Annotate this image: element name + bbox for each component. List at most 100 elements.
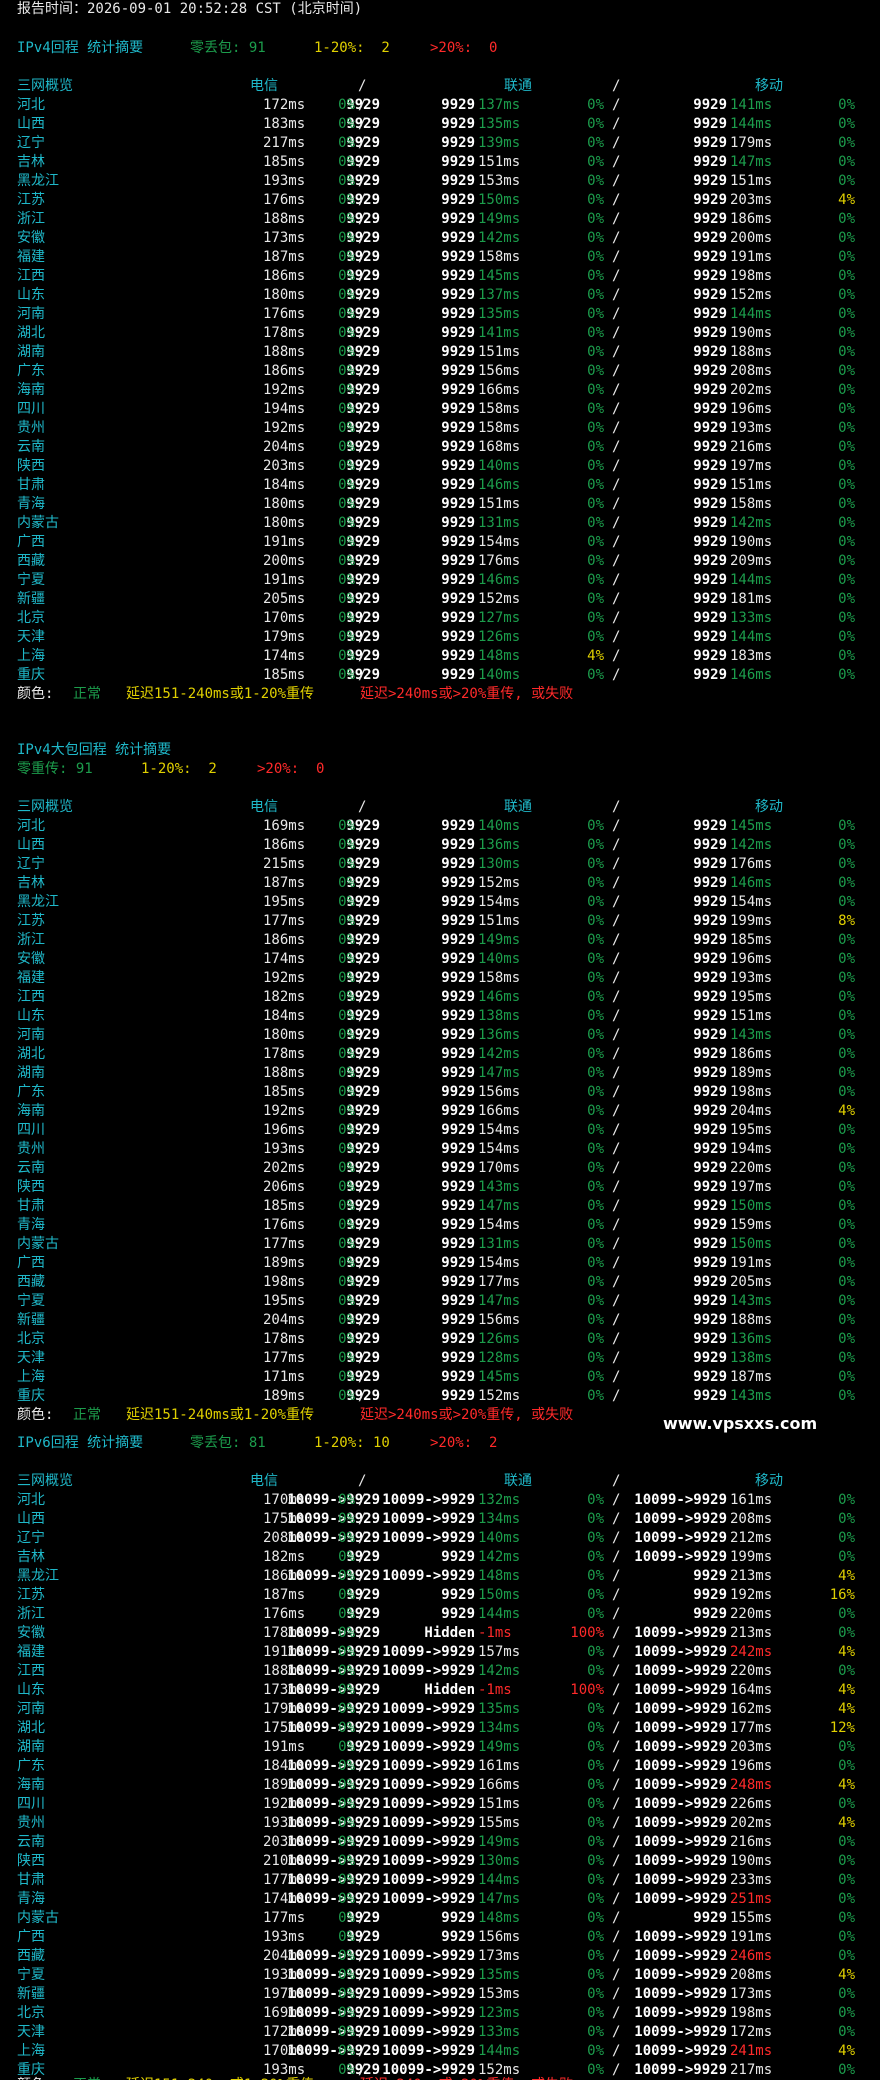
cm-loss: 4% <box>838 1103 855 1119</box>
cm-route: 9929 <box>693 1008 727 1024</box>
cu-route: 10099->9929 <box>382 1986 475 2002</box>
cu-loss: 0% <box>587 572 604 588</box>
cu-loss: 0% <box>587 894 604 910</box>
ct-latency: 204ms <box>263 1312 306 1328</box>
ct-loss: 0% <box>338 1872 355 1888</box>
cu-loss: 0% <box>587 1084 604 1100</box>
row-sep: / <box>358 1492 367 1508</box>
cu-latency: 145ms <box>478 268 521 284</box>
cm-latency: 216ms <box>730 439 773 455</box>
row-sep: / <box>358 1511 367 1527</box>
cu-latency: 151ms <box>478 496 521 512</box>
cu-route: 9929 <box>441 1160 475 1176</box>
region-name: 新疆 <box>17 1312 45 1328</box>
row-sep: / <box>358 1834 367 1850</box>
region-name: 青海 <box>17 496 45 512</box>
ct-loss: 0% <box>338 1492 355 1508</box>
row-sep: / <box>612 1853 621 1869</box>
cm-latency: 188ms <box>730 1312 773 1328</box>
cu-latency: 135ms <box>478 1701 521 1717</box>
cu-latency: -1ms <box>478 1625 512 1641</box>
ct-latency: 202ms <box>263 1160 306 1176</box>
cm-latency: 173ms <box>730 1986 773 2002</box>
cm-latency: 208ms <box>730 1511 773 1527</box>
ct-loss: 0% <box>338 1948 355 1964</box>
watermark-text: www.vpsxxs.com <box>663 1414 818 1433</box>
header-cu: 联通 <box>504 78 532 94</box>
region-name: 青海 <box>17 1891 45 1907</box>
cm-latency: 202ms <box>730 382 773 398</box>
cu-route: 9929 <box>441 553 475 569</box>
cm-latency: 143ms <box>730 1388 773 1404</box>
cu-route: 9929 <box>441 970 475 986</box>
row-sep: / <box>612 1103 621 1119</box>
cm-loss: 0% <box>838 97 855 113</box>
row-sep: / <box>612 1008 621 1024</box>
cm-route: 9929 <box>693 1065 727 1081</box>
row-sep: / <box>612 818 621 834</box>
cu-route: 9929 <box>441 477 475 493</box>
cm-loss: 0% <box>838 1530 855 1546</box>
cm-latency: 190ms <box>730 325 773 341</box>
cu-route: 9929 <box>441 154 475 170</box>
row-sep: / <box>612 648 621 664</box>
region-name: 贵州 <box>17 1815 45 1831</box>
ct-loss: 0% <box>338 1179 355 1195</box>
cu-route: 9929 <box>441 1255 475 1271</box>
cm-route: 9929 <box>693 1331 727 1347</box>
cm-latency: 151ms <box>730 1008 773 1024</box>
ct-latency: 188ms <box>263 344 306 360</box>
cu-route: 9929 <box>441 610 475 626</box>
row-sep: / <box>612 856 621 872</box>
cm-latency: 197ms <box>730 1179 773 1195</box>
cm-loss: 0% <box>838 1929 855 1945</box>
cu-latency: 136ms <box>478 1027 521 1043</box>
row-sep: / <box>358 932 367 948</box>
cu-latency: -1ms <box>478 1682 512 1698</box>
ct-loss: 0% <box>338 287 355 303</box>
terminal-screen: www.vpsxxs.com 报告时间：2026-09-01 20:52:28 … <box>0 0 880 2080</box>
ct-latency: 192ms <box>263 970 306 986</box>
cu-latency: 149ms <box>478 932 521 948</box>
region-name: 福建 <box>17 249 45 265</box>
row-sep: / <box>358 1815 367 1831</box>
cu-route: 10099->9929 <box>382 1530 475 1546</box>
row-sep: / <box>358 439 367 455</box>
row-sep: / <box>612 1739 621 1755</box>
row-sep: / <box>358 211 367 227</box>
cm-route: 9929 <box>693 1388 727 1404</box>
row-sep: / <box>612 401 621 417</box>
ct-latency: 195ms <box>263 894 306 910</box>
region-name: 海南 <box>17 1777 45 1793</box>
report-time: 报告时间：2026-09-01 20:52:28 CST (北京时间) <box>17 1 363 17</box>
region-name: 广东 <box>17 1758 45 1774</box>
ct-loss: 0% <box>338 1986 355 2002</box>
cu-route: 10099->9929 <box>382 1796 475 1812</box>
ct-latency: 182ms <box>263 1549 306 1565</box>
ct-latency: 173ms <box>263 230 306 246</box>
cm-route: 9929 <box>693 211 727 227</box>
row-sep: / <box>612 1663 621 1679</box>
cu-loss: 0% <box>587 1530 604 1546</box>
region-name: 西藏 <box>17 1274 45 1290</box>
row-sep: / <box>358 989 367 1005</box>
ct-loss: 0% <box>338 1891 355 1907</box>
cu-route: 9929 <box>441 667 475 683</box>
cu-loss: 0% <box>587 1141 604 1157</box>
cm-latency: 212ms <box>730 1530 773 1546</box>
cm-loss: 0% <box>838 1891 855 1907</box>
cm-latency: 181ms <box>730 591 773 607</box>
cu-route: 10099->9929 <box>382 1758 475 1774</box>
cu-latency: 149ms <box>478 211 521 227</box>
cu-loss: 0% <box>587 1720 604 1736</box>
region-name: 上海 <box>17 1369 45 1385</box>
cu-route: 10099->9929 <box>382 1511 475 1527</box>
cm-loss: 0% <box>838 1758 855 1774</box>
cm-latency: 142ms <box>730 515 773 531</box>
region-name: 河南 <box>17 306 45 322</box>
ct-loss: 0% <box>338 591 355 607</box>
ct-latency: 174ms <box>263 648 306 664</box>
cm-latency: 189ms <box>730 1065 773 1081</box>
ct-latency: 178ms <box>263 325 306 341</box>
cm-latency: 192ms <box>730 1587 773 1603</box>
